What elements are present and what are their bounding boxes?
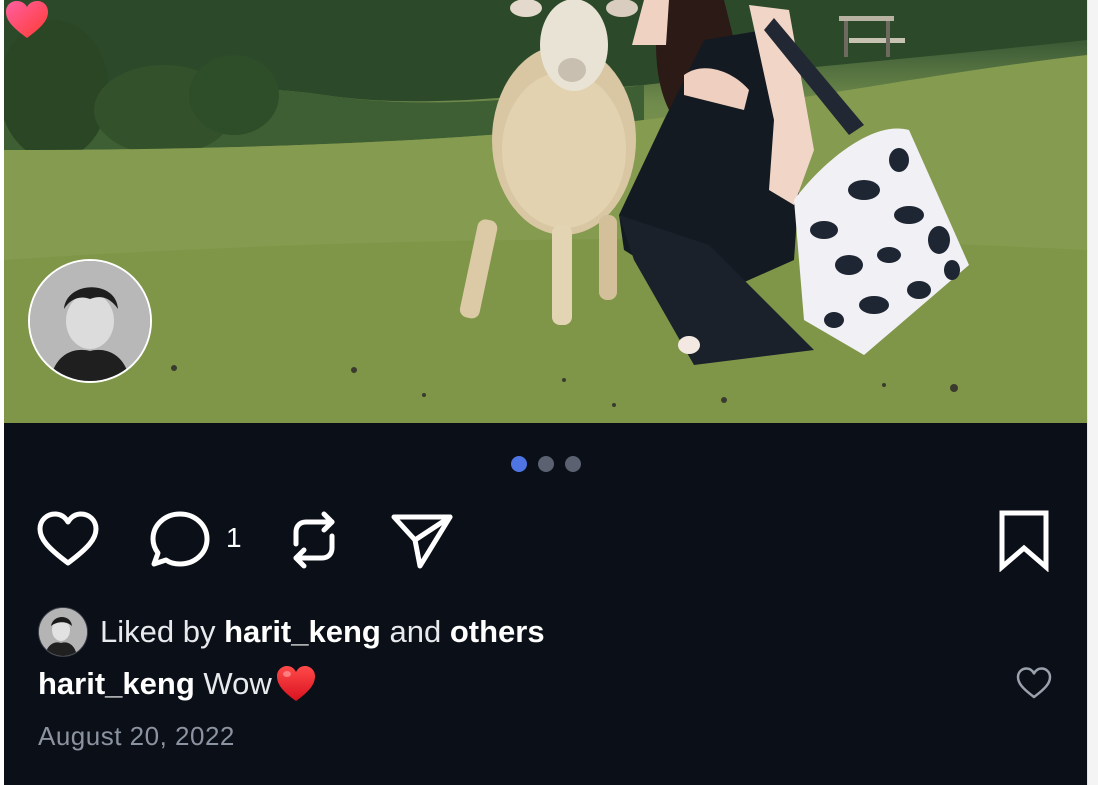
send-icon	[391, 514, 453, 569]
carousel-dot[interactable]	[564, 456, 581, 472]
red-heart-emoji-icon	[276, 666, 315, 701]
heart-outline-icon	[37, 511, 99, 566]
comment-button[interactable]	[148, 508, 212, 572]
carousel-dot[interactable]	[537, 456, 554, 472]
repost-icon	[293, 511, 335, 569]
like-caption-heart-icon[interactable]	[1016, 666, 1052, 700]
share-button[interactable]	[390, 508, 454, 572]
carousel-dot-active[interactable]	[510, 456, 527, 472]
tagged-user-avatar[interactable]	[28, 259, 152, 383]
comment-bubble-icon	[150, 511, 210, 567]
liked-by-prefix: Liked by	[100, 614, 225, 649]
scrollbar-track[interactable]	[1087, 0, 1098, 785]
like-button[interactable]	[36, 508, 100, 572]
repost-button[interactable]	[282, 508, 346, 572]
carousel-indicator	[4, 456, 1087, 472]
caption-username[interactable]: harit_keng	[38, 666, 195, 702]
post-photo[interactable]	[4, 0, 1087, 423]
caption-row: harit_keng Wow	[38, 660, 316, 708]
caption-text: Wow	[194, 666, 272, 701]
liked-by-others[interactable]: others	[450, 614, 545, 650]
liked-by-joiner: and	[380, 614, 450, 649]
comment-count: 1	[226, 522, 242, 553]
post-date: August 20, 2022	[38, 721, 235, 751]
heart-reaction-icon	[6, 1, 48, 38]
liker-avatar[interactable]	[38, 607, 88, 657]
liked-by-username[interactable]: harit_keng	[224, 614, 381, 650]
bookmark-icon	[999, 510, 1049, 573]
save-button[interactable]	[992, 508, 1056, 573]
post-card: 1 Liked by harit_keng and others harit_k…	[4, 0, 1087, 785]
avatar-portrait	[30, 261, 150, 381]
sheep-photo-illustration	[4, 0, 1087, 423]
mini-avatar-portrait	[39, 608, 87, 656]
liked-by-row: Liked by harit_keng and others	[38, 606, 545, 658]
